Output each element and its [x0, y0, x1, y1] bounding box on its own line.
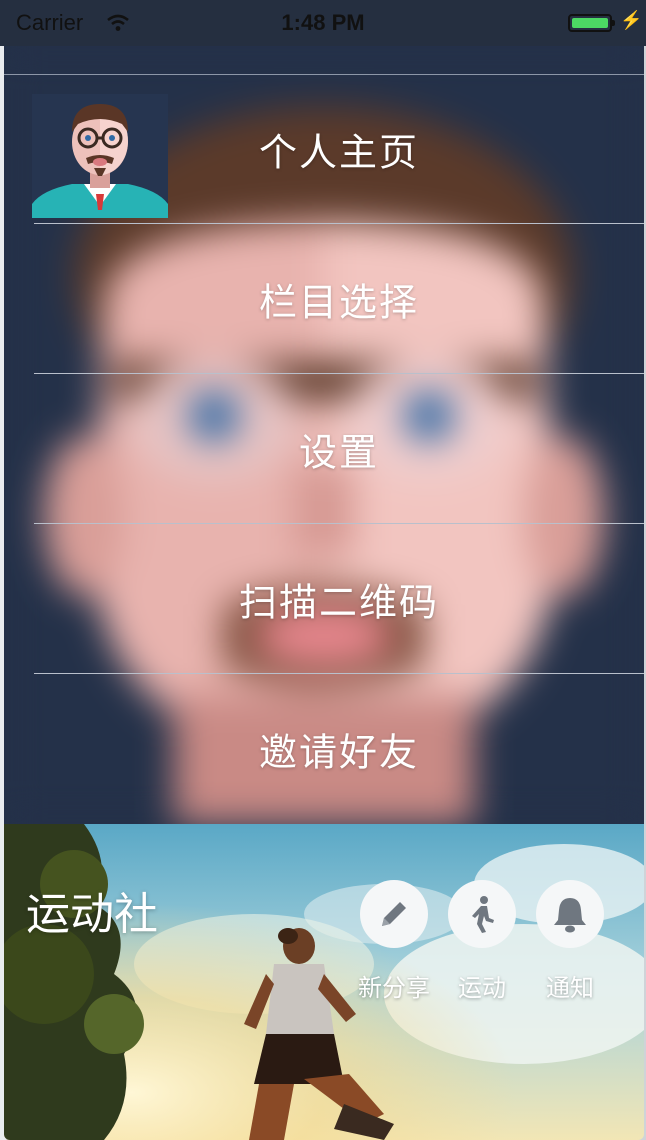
menu-item-settings[interactable]: 设置 — [34, 374, 644, 524]
pencil-icon — [360, 880, 428, 948]
runner-icon — [448, 880, 516, 948]
sport-label: 运动 — [458, 974, 506, 1002]
new-share-label: 新分享 — [358, 974, 430, 1002]
bell-icon — [536, 880, 604, 948]
menu-item-label: 扫描二维码 — [238, 580, 439, 625]
status-time: 1:48 PM — [281, 10, 365, 35]
menu-item-invite-friends[interactable]: 邀请好友 — [34, 674, 644, 824]
battery-icon — [568, 14, 615, 32]
notification-label: 通知 — [546, 974, 594, 1002]
menu-item-profile[interactable]: 个人主页 — [34, 74, 644, 224]
status-bar: Carrier 1:48 PM ⚡ — [0, 0, 646, 46]
menu-item-label: 邀请好友 — [258, 730, 419, 775]
charging-icon: ⚡ — [620, 10, 643, 30]
notification-button[interactable]: 通知 — [525, 880, 615, 1003]
menu-item-label: 设置 — [298, 430, 379, 475]
menu-item-column-select[interactable]: 栏目选择 — [34, 224, 644, 374]
menu-item-label: 个人主页 — [258, 130, 419, 175]
side-menu: 个人主页 栏目选择 设置 扫描二维码 邀请好友 — [4, 46, 644, 824]
menu-item-label: 栏目选择 — [258, 280, 419, 325]
main-header-card[interactable]: 运动社 新分享 运动 通知 — [4, 824, 644, 1140]
menu-item-scan-qr[interactable]: 扫描二维码 — [34, 524, 644, 674]
app-title: 运动社 — [26, 889, 158, 940]
sport-button[interactable]: 运动 — [437, 880, 527, 1003]
new-share-button[interactable]: 新分享 — [349, 880, 439, 1003]
